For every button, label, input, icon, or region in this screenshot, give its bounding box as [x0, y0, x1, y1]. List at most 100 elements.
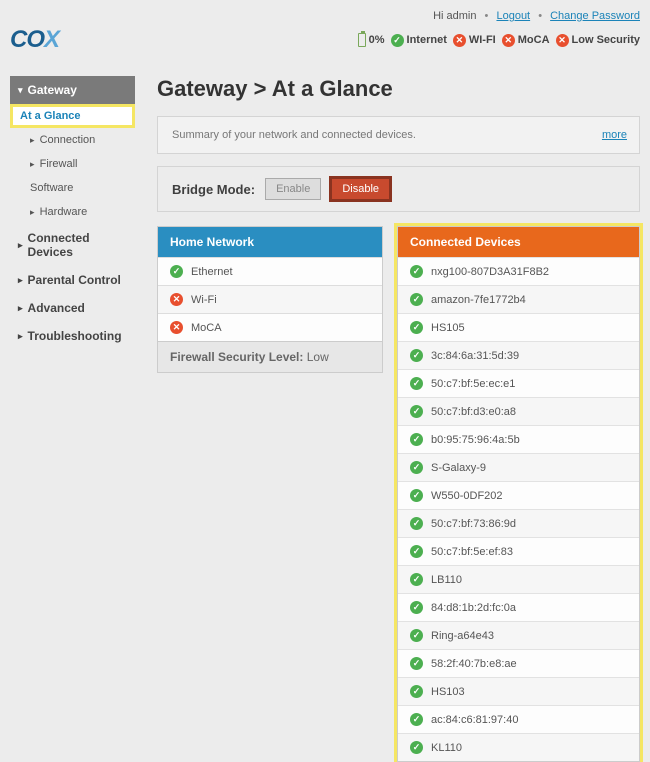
check-icon: ✓	[410, 629, 423, 642]
page-title: Gateway > At a Glance	[157, 76, 640, 102]
status-bar: 0% ✓Internet✕WI-FI✕MoCA✕Low Security	[358, 33, 640, 47]
check-icon: ✓	[410, 685, 423, 698]
device-name: 58:2f:40:7b:e8:ae	[431, 658, 517, 670]
nav-parental-control[interactable]: ▸Parental Control	[10, 266, 135, 294]
connected-device-row[interactable]: ✓ HS105	[398, 313, 639, 341]
device-name: 50:c7:bf:5e:ec:e1	[431, 378, 515, 390]
device-name: 50:c7:bf:d3:e0:a8	[431, 406, 516, 418]
connected-devices-header: Connected Devices	[398, 227, 639, 257]
device-name: 3c:84:6a:31:5d:39	[431, 350, 519, 362]
device-name: Ring-a64e43	[431, 630, 494, 642]
home-network-row[interactable]: ✕ Wi-Fi	[158, 285, 382, 313]
check-icon: ✓	[410, 741, 423, 754]
check-icon: ✓	[410, 573, 423, 586]
connected-device-row[interactable]: ✓ 50:c7:bf:73:86:9d	[398, 509, 639, 537]
battery-icon	[358, 33, 366, 47]
x-icon: ✕	[502, 34, 515, 47]
connected-device-row[interactable]: ✓ b0:95:75:96:4a:5b	[398, 425, 639, 453]
connected-device-row[interactable]: ✓ KL110	[398, 733, 639, 761]
home-network-row[interactable]: ✓ Ethernet	[158, 257, 382, 285]
connected-device-row[interactable]: ✓ W550-0DF202	[398, 481, 639, 509]
logout-link[interactable]: Logout	[496, 10, 530, 22]
bridge-enable-button[interactable]: Enable	[265, 178, 321, 200]
status-label: WI-FI	[469, 34, 496, 46]
connected-device-row[interactable]: ✓ 84:d8:1b:2d:fc:0a	[398, 593, 639, 621]
check-icon: ✓	[410, 713, 423, 726]
nav-connected-devices[interactable]: ▸Connected Devices	[10, 224, 135, 266]
summary-panel: Summary of your network and connected de…	[157, 116, 640, 154]
home-network-label: Wi-Fi	[191, 294, 217, 306]
device-name: HS105	[431, 322, 465, 334]
check-icon: ✓	[410, 377, 423, 390]
connected-device-row[interactable]: ✓ HS103	[398, 677, 639, 705]
nav-hardware[interactable]: ▸ Hardware	[10, 200, 135, 224]
check-icon: ✓	[410, 545, 423, 558]
check-icon: ✓	[410, 601, 423, 614]
device-name: HS103	[431, 686, 465, 698]
connected-device-row[interactable]: ✓ 50:c7:bf:5e:ef:83	[398, 537, 639, 565]
device-name: 50:c7:bf:5e:ef:83	[431, 546, 513, 558]
home-network-panel: Home Network ✓ Ethernet ✕ Wi-Fi ✕ MoCA Firewa…	[157, 226, 383, 373]
sidebar: ▾Gateway At a Glance ▸ Connection ▸ Fire…	[10, 76, 135, 762]
greeting: Hi admin	[433, 10, 476, 22]
connected-device-row[interactable]: ✓ amazon-7fe1772b4	[398, 285, 639, 313]
nav-troubleshooting[interactable]: ▸Troubleshooting	[10, 322, 135, 350]
device-name: 50:c7:bf:73:86:9d	[431, 518, 516, 530]
nav-firewall[interactable]: ▸ Firewall	[10, 152, 135, 176]
bridge-mode-label: Bridge Mode:	[172, 182, 255, 197]
check-icon: ✓	[170, 265, 183, 278]
header-user-links: Hi admin • Logout • Change Password	[10, 10, 640, 26]
x-icon: ✕	[170, 321, 183, 334]
home-network-label: Ethernet	[191, 266, 233, 278]
check-icon: ✓	[410, 517, 423, 530]
connected-device-row[interactable]: ✓ 50:c7:bf:5e:ec:e1	[398, 369, 639, 397]
status-wi-fi: ✕WI-FI	[453, 34, 496, 47]
device-name: amazon-7fe1772b4	[431, 294, 526, 306]
nav-gateway[interactable]: ▾Gateway	[10, 76, 135, 104]
device-name: W550-0DF202	[431, 490, 503, 502]
home-network-label: MoCA	[191, 322, 222, 334]
x-icon: ✕	[453, 34, 466, 47]
connected-device-row[interactable]: ✓ ac:84:c6:81:97:40	[398, 705, 639, 733]
more-link[interactable]: more	[602, 129, 627, 141]
x-icon: ✕	[170, 293, 183, 306]
connected-device-row[interactable]: ✓ S-Galaxy-9	[398, 453, 639, 481]
firewall-level-row: Firewall Security Level: Low	[158, 341, 382, 372]
connected-device-row[interactable]: ✓ Ring-a64e43	[398, 621, 639, 649]
device-name: nxg100-807D3A31F8B2	[431, 266, 549, 278]
connected-device-row[interactable]: ✓nxg100-807D3A31F8B2	[398, 257, 639, 285]
nav-connection[interactable]: ▸ Connection	[10, 128, 135, 152]
check-icon: ✓	[410, 489, 423, 502]
device-name: 84:d8:1b:2d:fc:0a	[431, 602, 516, 614]
connected-device-row[interactable]: ✓ LB110	[398, 565, 639, 593]
home-network-header: Home Network	[158, 227, 382, 257]
nav-software[interactable]: Software	[10, 176, 135, 200]
device-name: S-Galaxy-9	[431, 462, 486, 474]
check-icon: ✓	[410, 657, 423, 670]
check-icon: ✓	[410, 461, 423, 474]
battery-status: 0%	[358, 33, 385, 47]
nav-at-a-glance[interactable]: At a Glance	[10, 104, 135, 128]
bridge-mode-panel: Bridge Mode: Enable Disable	[157, 166, 640, 212]
connected-device-row[interactable]: ✓ 58:2f:40:7b:e8:ae	[398, 649, 639, 677]
check-icon: ✓	[410, 433, 423, 446]
connected-devices-panel: Connected Devices ✓nxg100-807D3A31F8B2✓a…	[397, 226, 640, 762]
nav-advanced[interactable]: ▸Advanced	[10, 294, 135, 322]
status-label: Low Security	[572, 34, 640, 46]
logo: COX	[10, 26, 59, 54]
change-password-link[interactable]: Change Password	[550, 10, 640, 22]
device-name: b0:95:75:96:4a:5b	[431, 434, 520, 446]
device-name: LB110	[431, 574, 462, 586]
connected-device-row[interactable]: ✓3c:84:6a:31:5d:39	[398, 341, 639, 369]
home-network-row[interactable]: ✕ MoCA	[158, 313, 382, 341]
device-name: KL110	[431, 742, 462, 754]
check-icon: ✓	[410, 293, 423, 306]
device-name: ac:84:c6:81:97:40	[431, 714, 518, 726]
status-label: MoCA	[518, 34, 550, 46]
status-internet: ✓Internet	[391, 34, 447, 47]
connected-device-row[interactable]: ✓50:c7:bf:d3:e0:a8	[398, 397, 639, 425]
status-label: Internet	[407, 34, 447, 46]
check-icon: ✓	[410, 321, 423, 334]
bridge-disable-button[interactable]: Disable	[331, 178, 390, 200]
status-low-security: ✕Low Security	[556, 34, 640, 47]
